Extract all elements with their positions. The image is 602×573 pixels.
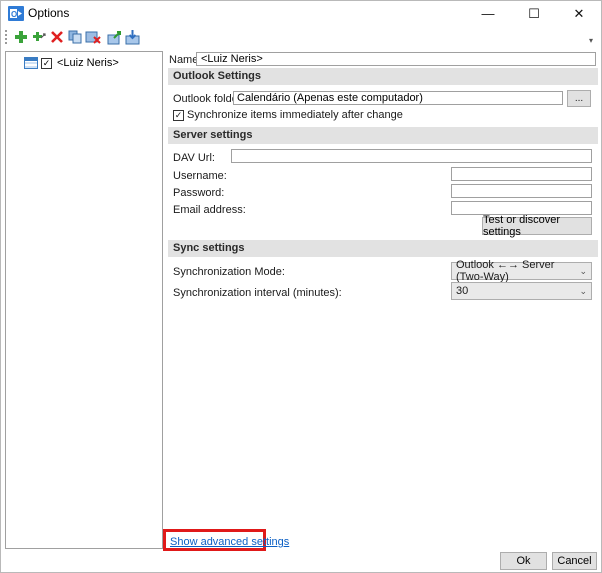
sync-mode-value: Outlook ←→ Server (Two-Way) <box>456 259 555 283</box>
add-multiple-profiles-button[interactable] <box>29 27 48 47</box>
password-field[interactable] <box>451 184 592 198</box>
outlook-folder-field[interactable] <box>233 91 563 105</box>
ok-button[interactable]: Ok <box>500 552 547 570</box>
copy-profile-button[interactable] <box>65 27 84 47</box>
profile-enabled-checkbox[interactable]: ✓ <box>41 57 52 69</box>
close-button[interactable]: ✕ <box>556 1 602 26</box>
sync-mode-label: Synchronization Mode: <box>173 266 285 278</box>
copy-icon <box>68 30 81 44</box>
export-icon <box>107 30 121 44</box>
minimize-button[interactable]: — <box>465 1 511 26</box>
title-bar[interactable]: O Options — ☐ ✕ <box>1 1 601 26</box>
tree-item-label: <Luiz Neris> <box>57 57 119 69</box>
chevron-down-icon: ⌄ <box>579 285 587 296</box>
import-icon <box>125 29 139 44</box>
export-button[interactable] <box>105 27 124 47</box>
dav-url-label: DAV Url: <box>173 152 215 164</box>
sync-interval-select[interactable]: 30 ⌄ <box>451 282 592 300</box>
sync-interval-label: Synchronization interval (minutes): <box>173 287 342 299</box>
test-settings-button[interactable]: Test or discover settings <box>482 214 592 238</box>
options-window: O Options — ☐ ✕ ▾ ✓ <Luiz Neris> Name: <… <box>0 0 602 573</box>
sync-interval-value: 30 <box>456 285 469 297</box>
add-multiple-icon <box>32 32 46 41</box>
delete-icon <box>50 31 63 43</box>
server-settings-header: Server settings <box>168 127 598 144</box>
maximize-button[interactable]: ☐ <box>511 1 557 26</box>
tree-item-profile[interactable]: ✓ <Luiz Neris> <box>24 55 119 71</box>
window-title: Options <box>28 6 70 20</box>
chevron-down-icon: ⌄ <box>579 265 587 276</box>
dav-url-field[interactable] <box>231 149 592 163</box>
email-address-field[interactable] <box>451 201 592 215</box>
sync-immediately-option[interactable]: ✓ Synchronize items immediately after ch… <box>173 109 403 121</box>
add-profile-button[interactable] <box>11 27 30 47</box>
toolbar-grip-icon[interactable] <box>5 30 7 44</box>
browse-folder-button[interactable]: ... <box>567 90 591 107</box>
toolbar: ▾ <box>1 26 601 49</box>
clear-cache-button[interactable] <box>83 27 102 47</box>
sync-settings-header: Sync settings <box>168 240 598 257</box>
svg-text:O: O <box>11 10 17 19</box>
sync-immediately-checkbox[interactable]: ✓ <box>173 109 184 121</box>
password-label: Password: <box>173 187 225 199</box>
name-field[interactable] <box>196 52 596 66</box>
username-label: Username: <box>173 170 227 182</box>
add-icon <box>14 31 27 43</box>
import-button[interactable] <box>123 27 142 47</box>
email-address-label: Email address: <box>173 204 246 216</box>
toolbar-overflow-icon[interactable]: ▾ <box>589 36 597 46</box>
cancel-button[interactable]: Cancel <box>552 552 597 570</box>
app-logo-icon: O <box>8 6 24 21</box>
calendar-icon <box>24 57 38 69</box>
profile-tree[interactable]: ✓ <Luiz Neris> <box>5 51 163 549</box>
clear-icon <box>85 31 101 44</box>
outlook-settings-header: Outlook Settings <box>168 68 598 85</box>
username-field[interactable] <box>451 167 592 181</box>
delete-profile-button[interactable] <box>47 27 66 47</box>
show-advanced-settings-link[interactable]: Show advanced settings <box>170 536 289 548</box>
sync-mode-select[interactable]: Outlook ←→ Server (Two-Way) ⌄ <box>451 259 592 283</box>
sync-immediately-label: Synchronize items immediately after chan… <box>187 109 403 121</box>
